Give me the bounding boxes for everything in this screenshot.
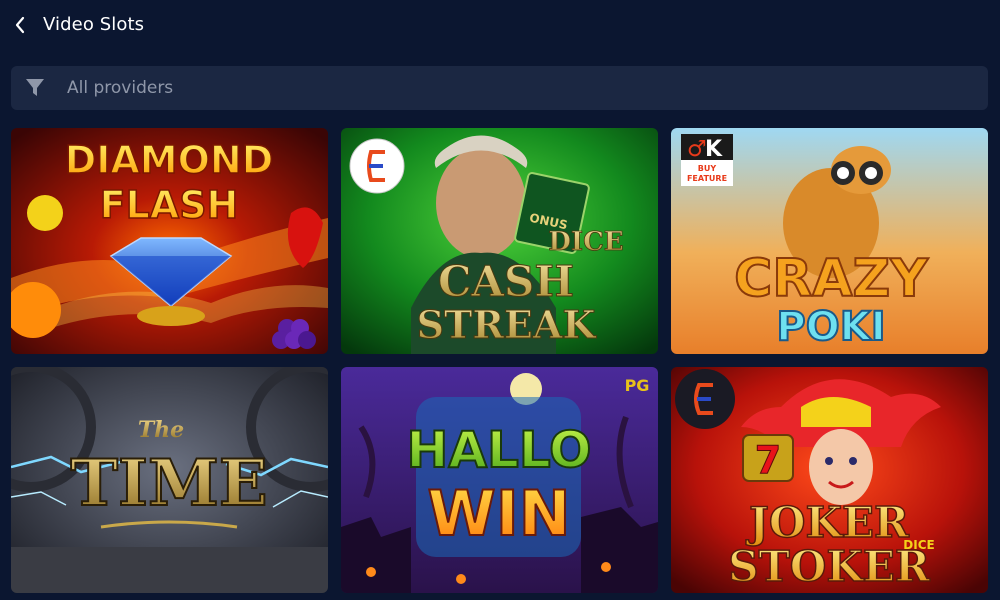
game-tile-diamond-flash[interactable]: DIAMOND FLASH	[11, 128, 328, 354]
game-artwork: DIAMOND FLASH	[11, 128, 328, 354]
reel-symbol: 7	[755, 438, 781, 482]
badge-letter: K	[705, 137, 723, 162]
game-title-small: The	[138, 417, 184, 443]
game-artwork: The TIME	[11, 367, 328, 593]
game-tile-the-time[interactable]: The TIME	[11, 367, 328, 593]
game-tile-dice-cash-streak[interactable]: ONUS DICE CASH STREAK	[341, 128, 658, 354]
game-title-line2: CASH	[438, 257, 574, 306]
filter-label: All providers	[67, 78, 174, 98]
game-title-line1: HALLO	[407, 421, 592, 479]
provider-badge: PG	[625, 376, 650, 395]
back-button[interactable]	[10, 13, 30, 37]
page-title: Video Slots	[43, 14, 145, 35]
svg-text:♂: ♂	[687, 137, 707, 162]
game-title-line1: TIME	[70, 446, 267, 521]
game-title-line1: DIAMOND	[65, 138, 274, 182]
game-title-line2: POKI	[776, 304, 885, 350]
game-artwork: ♂ K BUY FEATURE CRAZY POKI	[671, 128, 988, 354]
game-tile-crazy-poki[interactable]: ♂ K BUY FEATURE CRAZY POKI	[671, 128, 988, 354]
game-artwork: PG HALLO WIN	[341, 367, 658, 593]
game-tile-hallo-win[interactable]: PG HALLO WIN	[341, 367, 658, 593]
game-title-line2: WIN	[427, 477, 570, 550]
filter-icon	[26, 79, 44, 96]
header-bar: Video Slots	[0, 0, 1000, 52]
badge-caption-line2: FEATURE	[687, 174, 727, 183]
game-artwork: 7 JOKER STOKER DICE	[671, 367, 988, 593]
chevron-left-icon	[15, 16, 25, 34]
provider-filter[interactable]: All providers	[11, 66, 988, 110]
game-title-line1: CRAZY	[734, 249, 929, 309]
game-title-extra: DICE	[903, 538, 934, 552]
game-title-line3: STREAK	[417, 302, 598, 347]
badge-caption-line1: BUY	[698, 164, 717, 173]
game-title-line2: FLASH	[100, 183, 239, 227]
game-artwork: ONUS DICE CASH STREAK	[341, 128, 658, 354]
game-tile-joker-stoker-dice[interactable]: 7 JOKER STOKER DICE	[671, 367, 988, 593]
game-title-line1: DICE	[548, 227, 623, 257]
game-title-line1: JOKER	[745, 498, 910, 547]
game-title-line2: STOKER	[728, 542, 931, 591]
